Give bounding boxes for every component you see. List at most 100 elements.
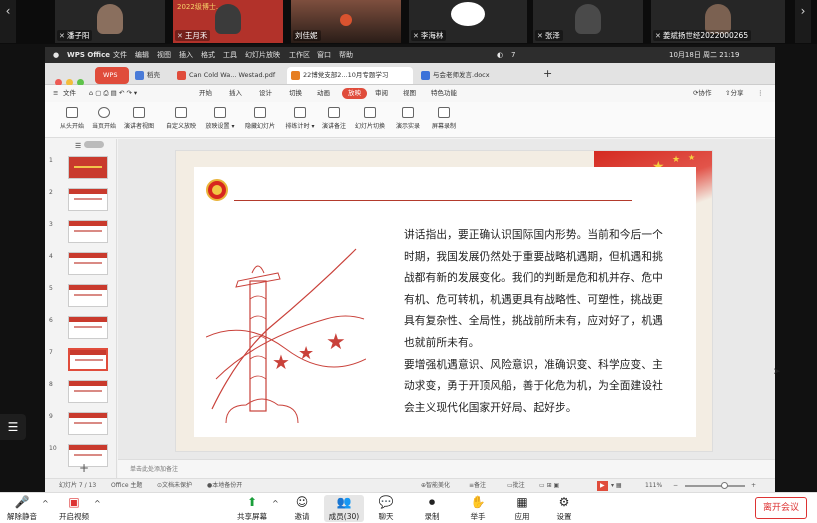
star-icon: ★ [672,155,681,165]
playback-options[interactable]: ▾ ▦ [611,479,622,493]
ribbon-tab[interactable]: 开始 [199,85,212,102]
strip-prev-button[interactable]: ‹ [0,0,16,43]
ribbon-tab[interactable]: 切换 [289,85,302,102]
participant-tile[interactable]: 刘佳妮 [291,0,401,43]
menu-item[interactable]: 幻灯片放映 [245,47,280,63]
participant-tile[interactable]: 2022级博士... ✕ 王月禾 [173,0,283,43]
national-emblem-icon [206,179,228,201]
tab-wps-home[interactable]: WPS [95,67,129,84]
list-icon: ☰ [7,420,19,434]
slide-thumbnail[interactable]: 3 [45,219,116,250]
tool-rehearse[interactable]: 排练计时 ▾ [281,107,319,130]
video-options-chevron-icon[interactable]: ^ [94,499,101,508]
slide-thumbnail[interactable]: 5 [45,283,116,314]
chat-icon: 💬 [378,495,394,509]
menu-item[interactable]: 编辑 [135,47,149,63]
backup-status[interactable]: ● 本地备份开 [207,479,242,493]
chat-button[interactable]: 💬 聊天 [368,495,404,522]
unmute-button[interactable]: 🎤 解除静音 [4,495,40,522]
ribbon-tab[interactable]: 动画 [317,85,330,102]
avatar [575,4,601,34]
tool-show-settings[interactable]: 放映设置 ▾ [201,107,239,130]
participant-tile[interactable]: ✕ 李海林 [409,0,527,43]
menu-item[interactable]: 窗口 [317,47,331,63]
tab-docer[interactable]: 稻壳 [131,67,171,84]
zoom-out-button[interactable]: − [673,479,678,493]
paragraph: 要增强机遇意识、风险意识，准确识变、科学应变、主动求变，勇于开顶风船，善于化危为… [404,357,663,414]
invite-button[interactable]: ☺ 邀请 [284,495,320,522]
ribbon-tab[interactable]: 插入 [229,85,242,102]
menu-item[interactable]: 插入 [179,47,193,63]
notes-button[interactable]: ≡ 备注 [469,479,486,493]
slide-thumbnail[interactable]: 1 [45,155,116,186]
members-button[interactable]: 👥 成员(30) [324,495,364,522]
tool-speaker-notes[interactable]: 演讲备注 [315,107,353,130]
mic-muted-icon: ✕ [655,32,661,40]
tool-presenter-view[interactable]: 演讲者视图 [120,107,158,130]
slide-thumbnail[interactable]: 2 [45,187,116,218]
start-video-button[interactable]: ▣ 开启视频 [56,495,92,522]
slide-thumbnail[interactable]: 8 [45,379,116,410]
collab-button[interactable]: ⟳ 协作 [693,85,711,102]
slide-thumbnail[interactable]: 9 [45,411,116,442]
tool-screen-record[interactable]: 屏幕录制 [425,107,463,130]
ribbon-tab[interactable]: 特色功能 [431,85,457,102]
tool-transition[interactable]: 幻灯片切换 [351,107,389,130]
view-icons[interactable]: ▭ ⊞ ▣ [539,479,559,493]
menu-item[interactable]: 视图 [157,47,171,63]
play-slideshow-button[interactable]: ▶ [597,481,608,491]
tool-custom-show[interactable]: 自定义放映 [162,107,200,130]
leave-meeting-button[interactable]: 离开会议 [755,497,807,519]
chevron-left-icon: ‹ [5,4,11,18]
share-button[interactable]: ⇧ 分享 [725,85,743,102]
slide-thumbnail-selected[interactable]: 7 [45,347,116,378]
tab-docx[interactable]: 与会老师发言.docx [417,67,517,84]
more-icon[interactable]: ⋮ [757,85,764,102]
participant-tile[interactable]: ✕ 姜斌扬世经2022000265 [651,0,785,43]
protect-status[interactable]: ⊙ 文档未保护 [157,479,192,493]
hamburger-icon[interactable]: ≡ [53,85,58,102]
ribbon-tab-selected[interactable]: 放映 [342,88,367,99]
menu-item[interactable]: 帮助 [339,47,353,63]
slide-thumbnail[interactable]: 4 [45,251,116,282]
outline-toggle[interactable]: ☰ [75,141,104,150]
settings-icon [214,107,226,118]
slide-thumbnail[interactable]: 6 [45,315,116,346]
audio-options-chevron-icon[interactable]: ^ [42,499,49,508]
menu-item[interactable]: 格式 [201,47,215,63]
settings-button[interactable]: ⚙ 设置 [546,495,582,522]
menu-item[interactable]: 工具 [223,47,237,63]
tool-record-show[interactable]: 演示实录 [389,107,427,130]
tool-hide-slide[interactable]: 隐藏幻灯片 [241,107,279,130]
raise-hand-button[interactable]: ✋ 举手 [460,495,496,522]
zoom-slider[interactable] [685,485,745,487]
participant-tile[interactable]: ✕ 张泽 [533,0,643,43]
ribbon-tab[interactable]: 审阅 [375,85,388,102]
participant-list-toggle[interactable]: ☰ [0,414,26,440]
star-icon: ★ [688,153,696,162]
zoom-in-button[interactable]: + [751,479,756,493]
ribbon-tab[interactable]: 设计 [259,85,272,102]
apps-button[interactable]: ▦ 应用 [504,495,540,522]
participant-tile[interactable]: ✕ 潘子阳 [55,0,165,43]
strip-next-button[interactable]: › [795,0,811,43]
file-menu[interactable]: 文件 [63,85,76,102]
slide-body-text[interactable]: 讲话指出，要正确认识国际国内形势。当前和今后一个时期，我国发展仍然处于重要战略机… [404,224,670,418]
comment-button[interactable]: ▭ 批注 [507,479,525,493]
menu-item[interactable]: 工作区 [289,47,310,63]
share-screen-button[interactable]: ⬆ 共享屏幕 [234,495,270,522]
record-button[interactable]: ⏺ 录制 [414,495,450,522]
ribbon-tab[interactable]: 视图 [403,85,416,102]
share-options-chevron-icon[interactable]: ^ [272,499,279,508]
new-tab-button[interactable]: + [541,65,555,82]
beautify-button[interactable]: ⊕ 智能美化 [421,479,450,493]
tab-presentation[interactable]: 22博党支部2...10月专题学习 [287,67,413,84]
add-slide-button[interactable]: + [79,461,89,475]
notes-pane[interactable]: 单击此处添加备注 [118,459,775,478]
tab-pdf[interactable]: Can Cold Wa... Westad.pdf [173,67,283,84]
menu-item[interactable]: 文件 [113,47,127,63]
current-slide[interactable]: ★ ★ ★ ★ ★ ★ [175,150,713,452]
tool-from-current[interactable]: 当页开始 [85,107,123,130]
zoom-slider-handle[interactable] [721,482,728,489]
docer-icon [135,71,144,80]
